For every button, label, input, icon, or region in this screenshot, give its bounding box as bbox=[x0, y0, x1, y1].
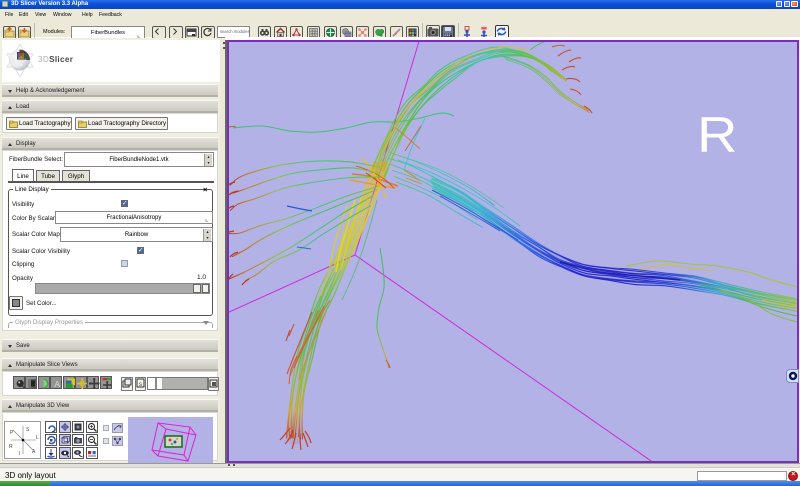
svg-text:s: s bbox=[139, 382, 142, 388]
svg-text:I: I bbox=[19, 451, 20, 457]
svg-text:R: R bbox=[9, 444, 13, 450]
svg-text:L: L bbox=[36, 435, 39, 441]
svg-text:A: A bbox=[55, 379, 61, 389]
svg-text:S: S bbox=[26, 427, 30, 433]
svg-text:P: P bbox=[10, 430, 14, 436]
svg-text:A: A bbox=[32, 449, 36, 455]
